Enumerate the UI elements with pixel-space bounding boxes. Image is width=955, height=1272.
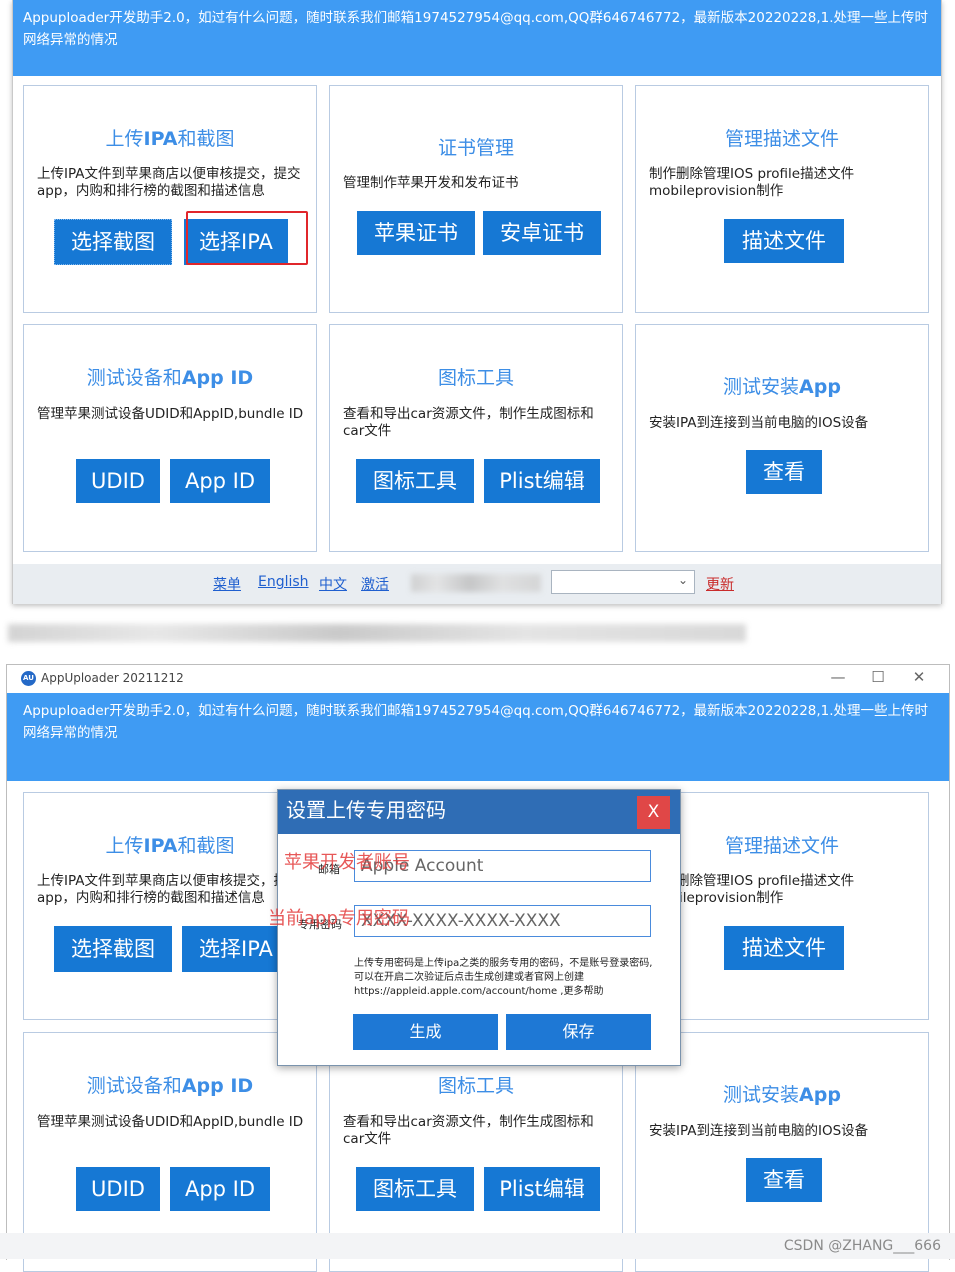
- content-area: 上传IPA和截图 上传IPA文件到苹果商店以便审核提交，提交app，内购和排行榜…: [7, 781, 949, 1272]
- app-id-button[interactable]: App ID: [170, 459, 270, 503]
- card-profile-desc: 制作删除管理IOS profile描述文件mobileprovision制作: [649, 166, 855, 199]
- card-profile-desc: 制作删除管理IOS profile描述文件mobileprovision制作: [649, 873, 855, 906]
- card-icon: 图标工具 查看和导出car资源文件，制作生成图标和car文件 图标工具 Plis…: [329, 324, 623, 552]
- card-install-desc: 安装IPA到连接到当前电脑的IOS设备: [649, 1123, 869, 1139]
- maximize-icon[interactable]: ☐: [863, 668, 893, 686]
- footer: CSDN @ZHANG___666: [0, 1233, 955, 1259]
- app-id-button[interactable]: App ID: [170, 1167, 270, 1211]
- card-device-desc: 管理苹果测试设备UDID和AppID,bundle ID: [37, 1114, 304, 1130]
- annotation-password: 当前app专用密码: [268, 908, 410, 929]
- card-install: 测试安装App 安装IPA到连接到当前电脑的IOS设备 查看: [635, 324, 929, 552]
- blurred-text: [8, 624, 746, 642]
- card-install-title: 测试安装App: [723, 376, 841, 398]
- password-dialog: 设置上传专用密码 X 邮箱 Apple Account 专用密码 XXXX-XX…: [268, 789, 681, 1066]
- card-device-desc: 管理苹果测试设备UDID和AppID,bundle ID: [37, 406, 304, 422]
- android-cert-button[interactable]: 安卓证书: [483, 211, 601, 255]
- save-button[interactable]: 保存: [506, 1014, 651, 1050]
- card-upload-desc: 上传IPA文件到苹果商店以便审核提交，提交app，内购和排行榜的截图和描述信息: [37, 166, 301, 199]
- info-banner: Appuploader开发助手2.0，如过有什么问题，随时联系我们邮箱19745…: [13, 0, 941, 76]
- close-icon[interactable]: ✕: [904, 668, 934, 686]
- udid-button[interactable]: UDID: [76, 1167, 160, 1211]
- card-install-title: 测试安装App: [723, 1084, 841, 1106]
- card-device-title: 测试设备和App ID: [86, 367, 254, 389]
- watermark: CSDN @ZHANG___666: [783, 1238, 941, 1254]
- view-button[interactable]: 查看: [746, 450, 822, 494]
- card-upload: 上传IPA和截图 上传IPA文件到苹果商店以便审核提交，提交app，内购和排行榜…: [23, 85, 317, 313]
- activate-link[interactable]: 激活: [361, 574, 389, 594]
- dialog-title: 设置上传专用密码: [278, 790, 680, 834]
- view-button[interactable]: 查看: [746, 1158, 822, 1202]
- refresh-link[interactable]: 更新: [706, 574, 734, 594]
- dialog-close-button[interactable]: X: [637, 796, 670, 829]
- title-bar: AU AppUploader 20211212 — ☐ ✕: [7, 665, 949, 693]
- app-window-top: Appuploader开发助手2.0，如过有什么问题，随时联系我们邮箱19745…: [12, 0, 942, 604]
- plist-edit-button[interactable]: Plist编辑: [484, 459, 600, 503]
- window-title: AppUploader 20211212: [41, 671, 184, 685]
- info-banner: Appuploader开发助手2.0，如过有什么问题，随时联系我们邮箱19745…: [7, 693, 949, 781]
- blurred-region: [411, 574, 541, 592]
- apple-cert-button[interactable]: 苹果证书: [357, 211, 475, 255]
- card-upload-title: 上传IPA和截图: [105, 835, 235, 857]
- card-profile-title: 管理描述文件: [724, 128, 839, 150]
- help-note: 上传专用密码是上传ipa之类的服务专用的密码，不是账号登录密码,可以在开启二次验…: [354, 958, 653, 997]
- card-cert: 证书管理 管理制作苹果开发和发布证书 苹果证书 安卓证书: [329, 85, 623, 313]
- card-install-desc: 安装IPA到连接到当前电脑的IOS设备: [649, 415, 869, 431]
- menu-link[interactable]: 菜单: [213, 574, 241, 594]
- app-window-dialog: AU AppUploader 20211212 — ☐ ✕ Appuploade…: [6, 664, 950, 1272]
- profile-button[interactable]: 描述文件: [724, 219, 844, 263]
- minimize-icon[interactable]: —: [823, 668, 853, 686]
- app-logo-icon: AU: [21, 671, 36, 686]
- card-cert-title: 证书管理: [437, 137, 514, 159]
- english-link[interactable]: English: [258, 574, 309, 590]
- udid-button[interactable]: UDID: [76, 459, 160, 503]
- card-icon-title: 图标工具: [437, 367, 514, 389]
- card-device: 测试设备和App ID 管理苹果测试设备UDID和AppID,bundle ID…: [23, 324, 317, 552]
- plist-edit-button[interactable]: Plist编辑: [484, 1167, 600, 1211]
- card-upload-title: 上传IPA和截图: [105, 128, 235, 150]
- card-icon-desc: 查看和导出car资源文件，制作生成图标和car文件: [343, 406, 594, 439]
- chevron-down-icon: ⌄: [677, 573, 688, 587]
- card-upload-desc: 上传IPA文件到苹果商店以便审核提交，提交app，内购和排行榜的截图和描述信息: [37, 873, 301, 906]
- profile-button[interactable]: 描述文件: [724, 926, 844, 970]
- chinese-link[interactable]: 中文: [319, 574, 347, 594]
- card-device-title: 测试设备和App ID: [86, 1075, 254, 1097]
- select-screenshot-button[interactable]: 选择截图: [54, 219, 172, 265]
- select-screenshot-button[interactable]: 选择截图: [54, 926, 172, 972]
- icon-tool-button[interactable]: 图标工具: [356, 459, 474, 503]
- status-bar: 菜单 English 中文 激活 ⌄ 更新: [13, 564, 941, 604]
- account-select[interactable]: ⌄: [551, 570, 695, 594]
- card-cert-desc: 管理制作苹果开发和发布证书: [343, 175, 519, 191]
- card-icon-title: 图标工具: [437, 1075, 514, 1097]
- icon-tool-button[interactable]: 图标工具: [356, 1167, 474, 1211]
- card-profile: 管理描述文件 制作删除管理IOS profile描述文件mobileprovis…: [635, 85, 929, 313]
- highlight-box: [186, 211, 308, 265]
- card-icon-desc: 查看和导出car资源文件，制作生成图标和car文件: [343, 1114, 594, 1147]
- generate-button[interactable]: 生成: [353, 1014, 498, 1050]
- annotation-account: 苹果开发者账号: [284, 852, 410, 873]
- select-ipa-button[interactable]: 选择IPA: [182, 926, 290, 972]
